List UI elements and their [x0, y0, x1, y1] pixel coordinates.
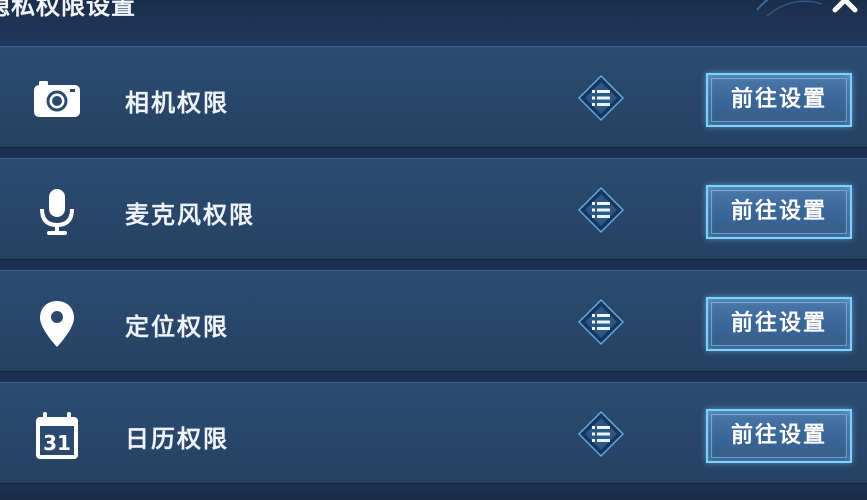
permission-row-microphone: 麦克风权限 前往设置 — [0, 158, 867, 260]
bottom-edge — [0, 490, 867, 500]
go-to-settings-button[interactable]: 前往设置 — [706, 73, 852, 127]
list-icon[interactable] — [576, 185, 626, 235]
permission-label: 定位权限 — [125, 313, 229, 341]
calendar-day-text: 31 — [43, 431, 71, 455]
permission-label: 日历权限 — [125, 425, 229, 453]
microphone-icon — [40, 189, 74, 235]
permission-label: 相机权限 — [125, 89, 229, 117]
permission-settings-screen: 隐私权限设置 相机权限 前往设置 麦克风权限 前往设置 定位权限 前往设置 31… — [0, 0, 867, 500]
list-icon[interactable] — [576, 297, 626, 347]
list-icon[interactable] — [576, 73, 626, 123]
dialog-title: 隐私权限设置 — [0, 0, 136, 20]
go-to-settings-button[interactable]: 前往设置 — [706, 409, 852, 463]
location-pin-icon — [40, 301, 74, 347]
row-divider — [0, 148, 867, 158]
permission-label: 麦克风权限 — [125, 201, 255, 229]
go-to-settings-button[interactable]: 前往设置 — [706, 297, 852, 351]
close-icon[interactable] — [827, 0, 863, 18]
title-bar: 隐私权限设置 — [0, 0, 867, 44]
permission-row-calendar: 31 日历权限 前往设置 — [0, 382, 867, 484]
row-divider — [0, 260, 867, 270]
go-to-settings-button[interactable]: 前往设置 — [706, 185, 852, 239]
permission-row-camera: 相机权限 前往设置 — [0, 46, 867, 148]
calendar-icon: 31 — [36, 412, 78, 459]
camera-icon — [34, 81, 80, 117]
row-divider — [0, 372, 867, 382]
permission-row-location: 定位权限 前往设置 — [0, 270, 867, 372]
list-icon[interactable] — [576, 409, 626, 459]
